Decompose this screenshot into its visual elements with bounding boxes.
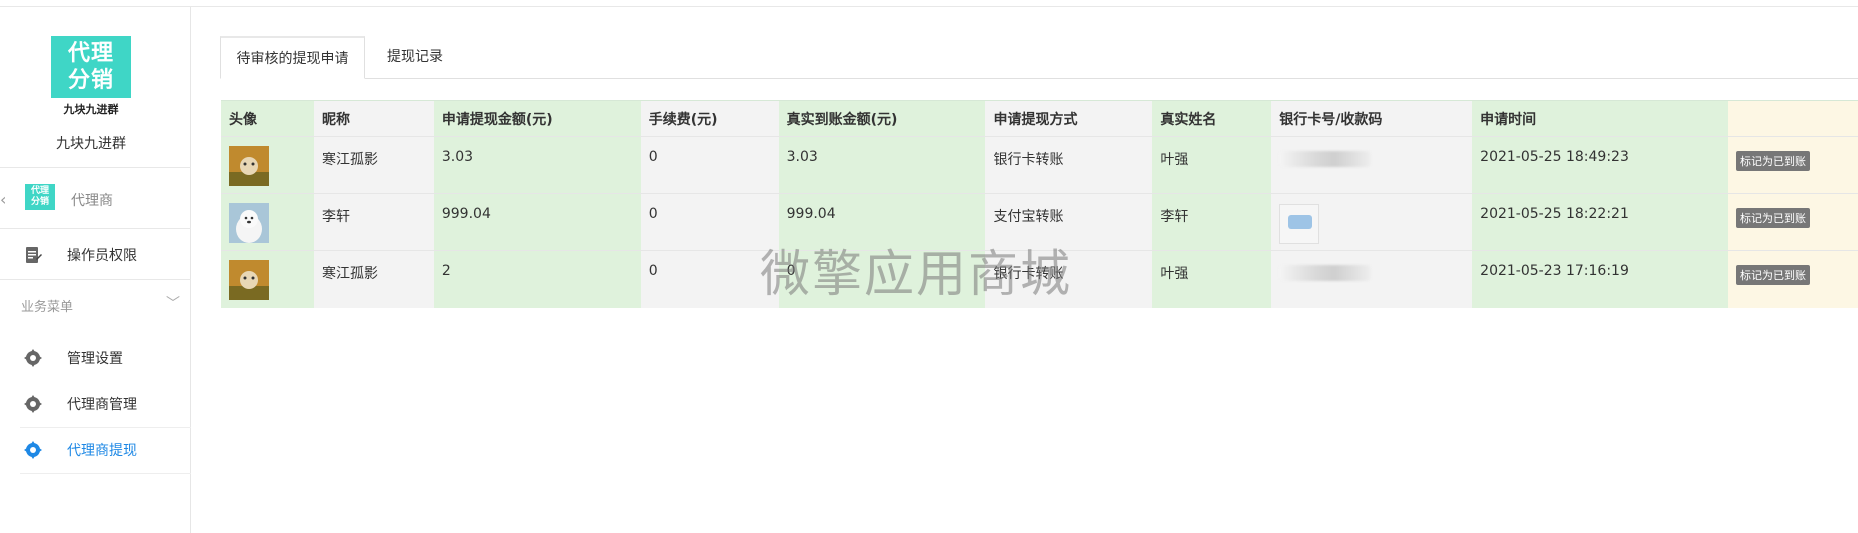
chevron-left-icon: ‹ — [0, 190, 7, 209]
col-header-avatar: 头像 — [221, 100, 314, 137]
mini-logo: 代理 分销 — [25, 184, 55, 210]
col-header-action — [1728, 100, 1858, 137]
mark-received-button[interactable]: 标记为已到账 — [1736, 208, 1810, 228]
fee-cell: 0 — [640, 136, 779, 194]
sidebar-item-label: 代理商提现 — [67, 443, 137, 459]
avatar — [229, 203, 269, 243]
col-header-method: 申请提现方式 — [985, 100, 1153, 137]
switch-label: 代理商 — [71, 193, 113, 209]
mark-received-button[interactable]: 标记为已到账 — [1736, 265, 1810, 285]
method-cell: 银行卡转账 — [985, 136, 1153, 194]
nickname-cell: 李轩 — [313, 193, 434, 251]
account-cell — [1271, 193, 1473, 251]
col-header-account: 银行卡号/收款码 — [1271, 100, 1473, 137]
col-header-amount: 申请提现金额(元) — [433, 100, 641, 137]
tab-pending-withdrawals[interactable]: 待审核的提现申请 — [220, 36, 365, 79]
col-header-fee: 手续费(元) — [640, 100, 779, 137]
amount-cell: 999.04 — [433, 193, 641, 251]
app-logo: 代理 分销 — [51, 36, 131, 98]
logo-line2: 分销 — [67, 68, 114, 93]
account-switcher[interactable]: ‹ 代理 分销 代理商 — [0, 180, 191, 224]
table-row: 寒江孤影 2 0 0 银行卡转账 叶强 2021-05-23 17:16:19 … — [221, 250, 1858, 308]
amount-cell: 3.03 — [433, 136, 641, 194]
col-header-time: 申请时间 — [1472, 100, 1728, 137]
blurred-account-number — [1279, 151, 1372, 167]
divider — [0, 167, 191, 168]
divider — [0, 228, 191, 229]
sidebar-item-label: 管理设置 — [67, 351, 123, 367]
nickname-cell: 寒江孤影 — [313, 250, 434, 308]
avatar-cell — [221, 136, 314, 194]
table-row: 李轩 999.04 0 999.04 支付宝转账 李轩 2021-05-25 1… — [221, 193, 1858, 251]
sidebar-item-operator-permission[interactable]: 操作员权限 — [0, 232, 191, 276]
col-header-real-name: 真实姓名 — [1152, 100, 1272, 137]
action-cell: 标记为已到账 — [1728, 250, 1858, 308]
menu-group-title: 业务菜单 — [21, 300, 74, 315]
sidebar-item-agent-management[interactable]: 代理商管理 — [0, 381, 191, 425]
tab-withdrawal-records[interactable]: 提现记录 — [365, 36, 465, 79]
sidebar-item-agent-withdrawal[interactable]: 代理商提现 — [0, 427, 191, 471]
sidebar: 代理 分销 九块九进群 九块九进群 ‹ 代理 分销 代理商 操作员权限 业务菜单 … — [0, 7, 191, 533]
avatar-cell — [221, 250, 314, 308]
blurred-account-number — [1279, 265, 1372, 281]
amount-cell: 2 — [433, 250, 641, 308]
gear-icon — [24, 349, 42, 367]
real-name-cell: 叶强 — [1152, 250, 1272, 308]
document-edit-icon — [26, 247, 42, 263]
real-amount-cell: 999.04 — [778, 193, 986, 251]
divider — [0, 279, 191, 280]
time-cell: 2021-05-25 18:49:23 — [1472, 136, 1728, 194]
action-cell: 标记为已到账 — [1728, 136, 1858, 194]
table-header-row: 头像 昵称 申请提现金额(元) 手续费(元) 真实到账金额(元) 申请提现方式 … — [221, 100, 1858, 137]
fee-cell: 0 — [640, 250, 779, 308]
real-amount-cell: 0 — [778, 250, 986, 308]
fee-cell: 0 — [640, 193, 779, 251]
sidebar-item-label: 代理商管理 — [67, 397, 137, 413]
logo-line1: 代理 — [67, 41, 114, 66]
account-cell — [1271, 250, 1473, 308]
time-cell: 2021-05-25 18:22:21 — [1472, 193, 1728, 251]
sidebar-item-management-settings[interactable]: 管理设置 — [0, 335, 191, 379]
action-cell: 标记为已到账 — [1728, 193, 1858, 251]
real-amount-cell: 3.03 — [778, 136, 986, 194]
shop-name: 九块九进群 — [56, 136, 126, 152]
method-cell: 支付宝转账 — [985, 193, 1153, 251]
chevron-down-icon[interactable]: ﹀ — [166, 293, 180, 313]
mark-received-button[interactable]: 标记为已到账 — [1736, 151, 1810, 171]
account-cell — [1271, 136, 1473, 194]
avatar-cell — [221, 193, 314, 251]
nickname-cell: 寒江孤影 — [313, 136, 434, 194]
tab-bar: 待审核的提现申请 提现记录 — [220, 36, 1858, 79]
time-cell: 2021-05-23 17:16:19 — [1472, 250, 1728, 308]
real-name-cell: 李轩 — [1152, 193, 1272, 251]
table-row: 寒江孤影 3.03 0 3.03 银行卡转账 叶强 2021-05-25 18:… — [221, 136, 1858, 194]
avatar — [229, 260, 269, 300]
real-name-cell: 叶强 — [1152, 136, 1272, 194]
method-cell: 银行卡转账 — [985, 250, 1153, 308]
payment-qr-image[interactable] — [1279, 204, 1320, 244]
gear-icon — [24, 395, 42, 413]
col-header-real-amount: 真实到账金额(元) — [778, 100, 986, 137]
gear-icon — [24, 441, 42, 459]
sidebar-item-label: 操作员权限 — [67, 248, 137, 264]
logo-subtitle: 九块九进群 — [63, 103, 119, 116]
top-bar — [0, 0, 1858, 7]
avatar — [229, 146, 269, 186]
withdrawal-table: 头像 昵称 申请提现金额(元) 手续费(元) 真实到账金额(元) 申请提现方式 … — [221, 100, 1858, 308]
col-header-nickname: 昵称 — [313, 100, 434, 137]
